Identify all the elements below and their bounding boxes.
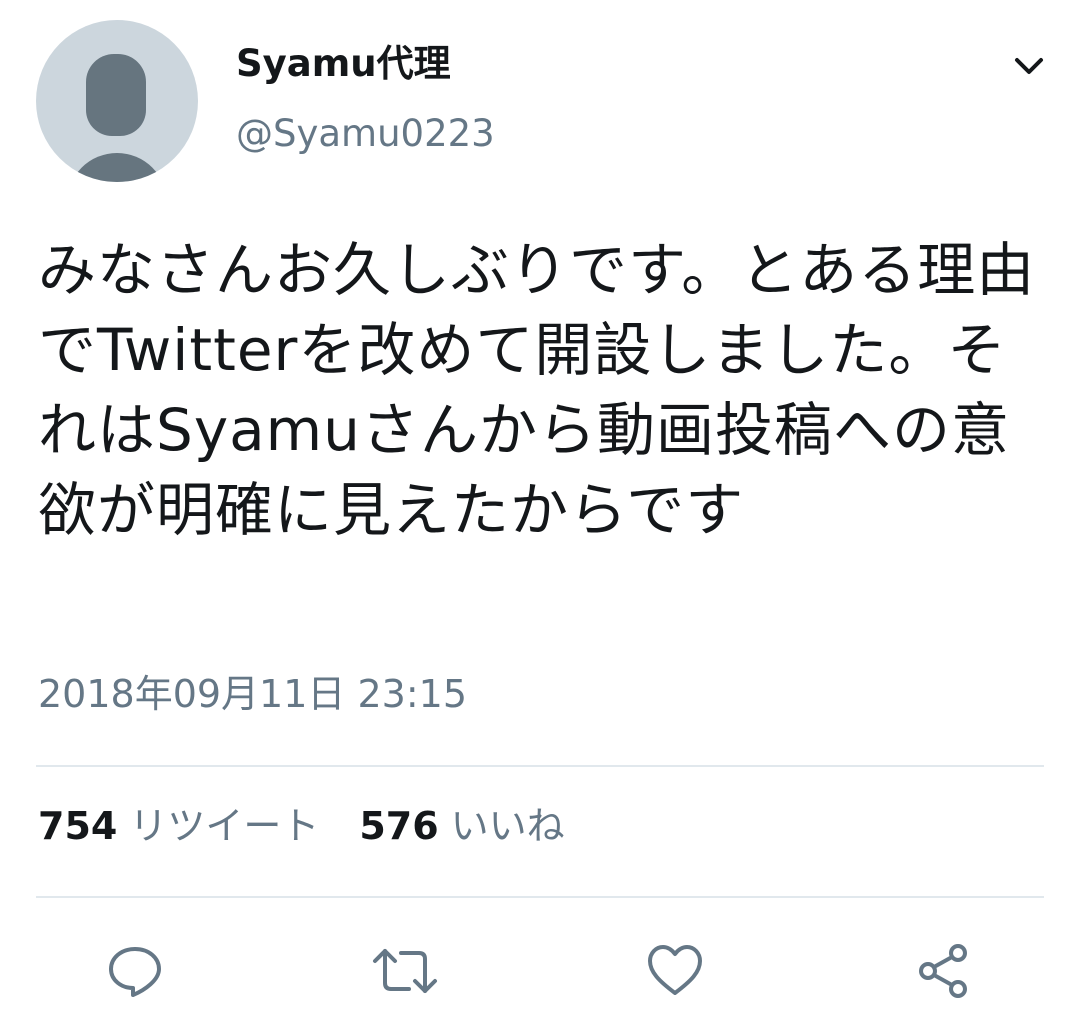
avatar-head-shape [86,54,146,136]
author-display-name[interactable]: Syamu代理 [236,38,451,90]
tweet-text: みなさんお久しぶりです。とある理由でTwitterを改めて開設しました。それはS… [38,236,1036,544]
divider [36,896,1044,898]
avatar[interactable] [36,20,198,182]
divider [36,765,1044,767]
like-button[interactable] [639,935,711,1007]
retweet-count: 754 [38,804,118,848]
avatar-shoulders-shape [67,153,167,182]
share-button[interactable] [908,935,980,1007]
tweet-menu-button[interactable] [1008,48,1050,84]
retweet-label: リツイート [129,804,320,848]
like-count: 576 [359,804,439,848]
share-icon [914,941,974,1001]
author-handle[interactable]: @Syamu0223 [236,108,495,160]
heart-icon [645,941,705,1001]
like-label: いいね [450,804,565,848]
reply-button[interactable] [99,935,171,1007]
tweet-stats: 754 リツイート 576 いいね [38,798,565,854]
retweet-button[interactable] [369,935,441,1007]
reply-icon [105,941,165,1001]
retweet-count-link[interactable]: 754 リツイート [38,798,319,854]
like-count-link[interactable]: 576 いいね [359,798,564,854]
retweet-icon [371,941,439,1001]
tweet-action-bar [0,935,1080,1007]
tweet-timestamp: 2018年09月11日 23:15 [38,672,468,716]
chevron-down-icon [1013,56,1045,76]
